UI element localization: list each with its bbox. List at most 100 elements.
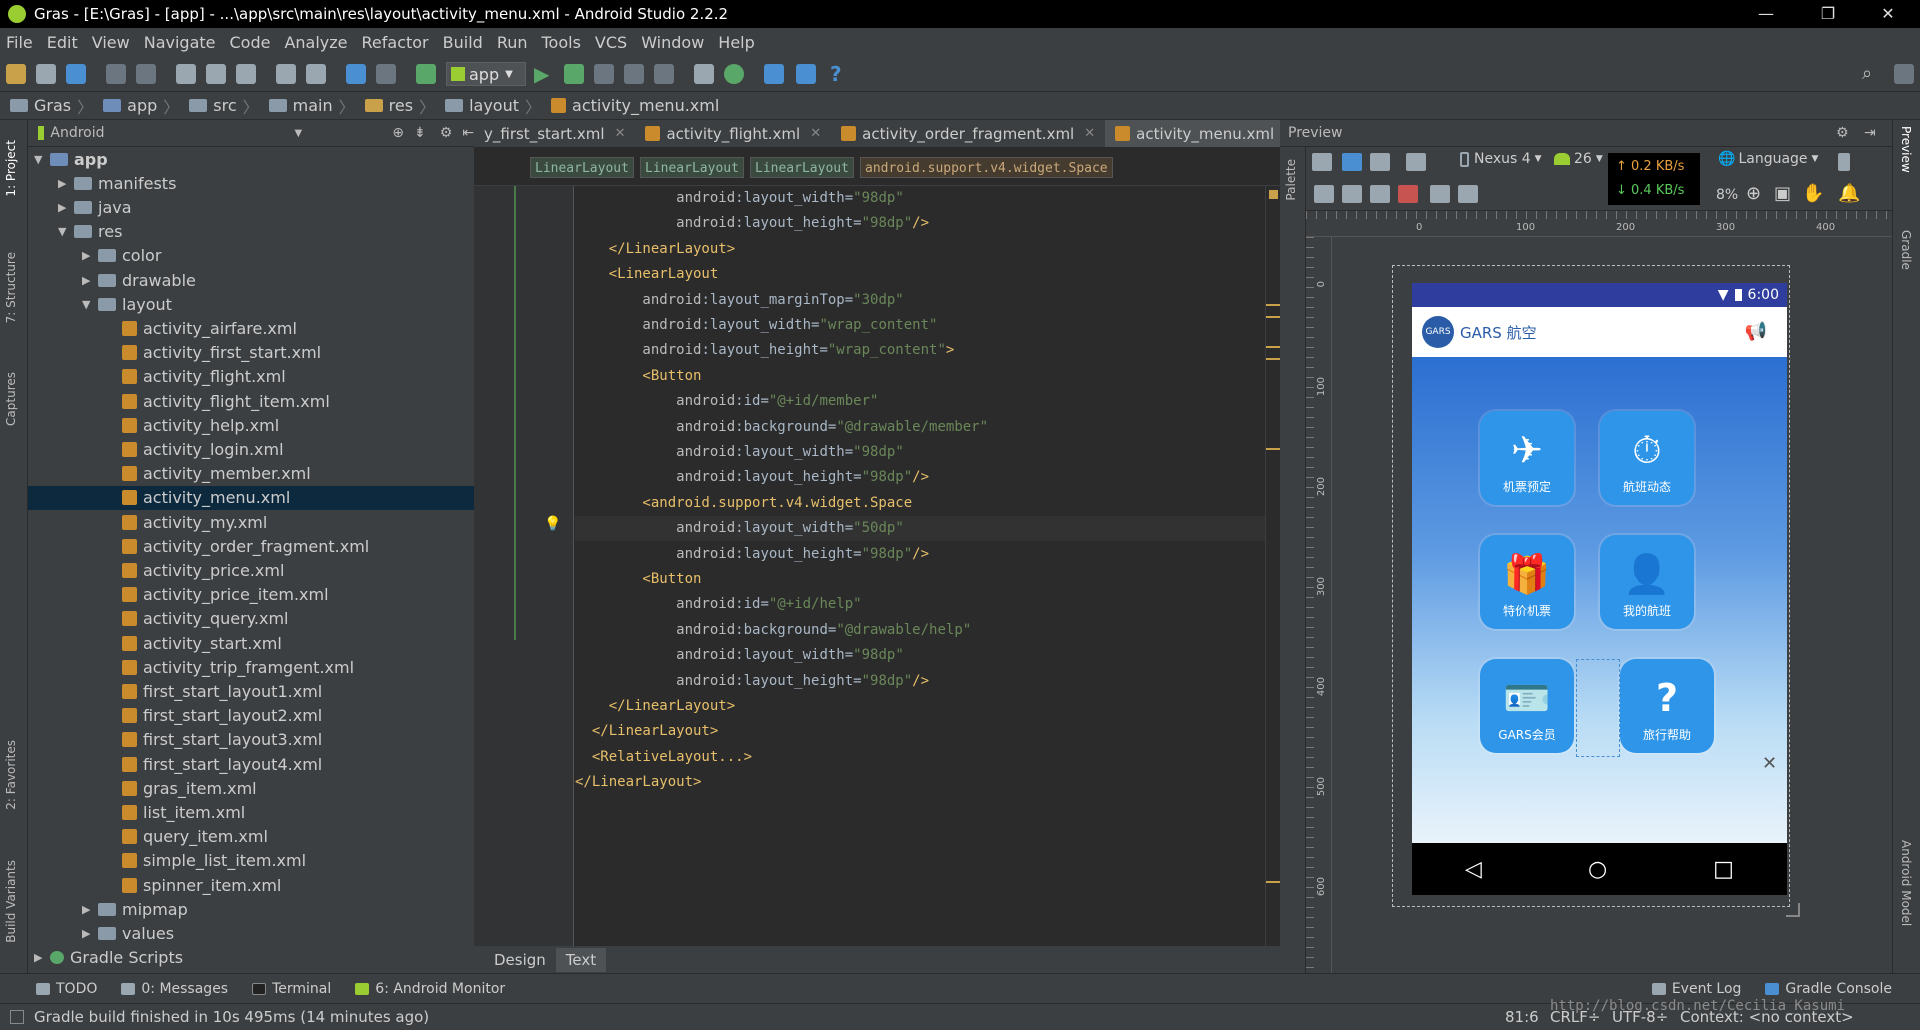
close-window-icon[interactable]: ✕ — [1868, 0, 1908, 28]
code-line[interactable]: </LinearLayout> — [575, 719, 1265, 744]
todo-tab[interactable]: TODO — [36, 981, 97, 997]
save-icon[interactable] — [36, 64, 56, 84]
tree-node[interactable]: ▶ manifests — [28, 171, 474, 195]
code-line[interactable]: android:layout_height="98dp"/> — [575, 542, 1265, 567]
code-line[interactable]: <android.support.v4.widget.Space — [575, 491, 1265, 516]
tag-path-item[interactable]: LinearLayout — [750, 157, 854, 178]
code-line[interactable]: android:layout_width="50dp" — [575, 516, 1265, 542]
code-line[interactable]: android:layout_height="wrap_content"> — [575, 338, 1265, 363]
tile-travel-help[interactable]: ? 旅行帮助 — [1620, 659, 1714, 753]
back-key-icon[interactable]: ◁ — [1465, 857, 1482, 882]
tree-node[interactable]: activity_flight_item.xml — [28, 389, 474, 413]
menu-edit[interactable]: Edit — [47, 33, 78, 52]
editor-tab[interactable]: y_first_start.xml ✕ — [474, 120, 635, 147]
menu-run[interactable]: Run — [497, 33, 528, 52]
hide-panel-icon[interactable]: ⇤ — [462, 125, 474, 141]
device-selector[interactable]: Nexus 4 ▼ — [1460, 151, 1542, 167]
gradle-sync-icon[interactable] — [724, 64, 744, 84]
gradle-tool-tab[interactable]: Gradle — [1899, 230, 1913, 270]
tree-node[interactable]: activity_flight.xml — [28, 365, 474, 389]
tile-gars-member[interactable]: 🪪 GARS会员 — [1480, 659, 1574, 753]
both-mode-icon[interactable] — [1370, 153, 1390, 171]
tree-node[interactable]: activity_member.xml — [28, 462, 474, 486]
code-line[interactable]: </LinearLayout> — [575, 694, 1265, 719]
editor-tab[interactable]: activity_order_fragment.xml ✕ — [831, 120, 1105, 147]
tab-design[interactable]: Design — [484, 948, 556, 972]
tree-node[interactable]: ▶ values — [28, 921, 474, 945]
terminal-tab[interactable]: Terminal — [252, 981, 331, 997]
code-line[interactable]: <RelativeLayout...> — [575, 745, 1265, 770]
code-line[interactable]: android:layout_height="98dp"/> — [575, 669, 1265, 694]
tree-node[interactable]: ▶ drawable — [28, 268, 474, 292]
code-line[interactable]: android:layout_width="98dp" — [575, 440, 1265, 465]
code-line[interactable]: <LinearLayout — [575, 262, 1265, 287]
tree-node[interactable]: first_start_layout2.xml — [28, 704, 474, 728]
code-line[interactable]: android:id="@+id/member" — [575, 389, 1265, 414]
code-line[interactable]: android:layout_width="98dp" — [575, 186, 1265, 211]
tag-path-item[interactable]: LinearLayout — [640, 157, 744, 178]
space-selection-outline[interactable] — [1576, 659, 1620, 757]
tree-node[interactable]: activity_help.xml — [28, 413, 474, 437]
menu-tools[interactable]: Tools — [542, 33, 581, 52]
help-icon[interactable]: ? — [830, 64, 850, 84]
tree-node[interactable]: activity_my.xml — [28, 510, 474, 534]
code-line[interactable]: </LinearLayout> — [575, 770, 1265, 795]
clear-icon[interactable] — [1398, 185, 1418, 203]
tree-node[interactable]: ▼ app — [28, 147, 474, 171]
find-icon[interactable] — [276, 64, 296, 84]
orientation-icon[interactable] — [1406, 153, 1426, 171]
breadcrumb-item[interactable]: app 〉 — [103, 94, 179, 118]
tree-node[interactable]: ▶ Gradle Scripts — [28, 946, 474, 970]
cut-icon[interactable] — [176, 64, 196, 84]
chevron-right-icon[interactable]: ▶ — [34, 951, 50, 964]
tree-node[interactable]: activity_login.xml — [28, 437, 474, 461]
tree-node[interactable]: activity_menu.xml — [28, 485, 474, 510]
notification-icon[interactable]: 🔔 — [1838, 183, 1860, 204]
tree-node[interactable]: activity_first_start.xml — [28, 341, 474, 365]
tag-path-item[interactable]: android.support.v4.widget.Space — [860, 157, 1113, 178]
back-icon[interactable] — [346, 64, 366, 84]
toggle-tool-windows-icon[interactable] — [10, 1010, 24, 1024]
menu-refactor[interactable]: Refactor — [362, 33, 429, 52]
language-selector[interactable]: 🌐 Language ▼ — [1718, 151, 1818, 167]
code-line[interactable]: </LinearLayout> — [575, 237, 1265, 262]
tile-flight-status[interactable]: ⏱ 航班动态 — [1600, 411, 1694, 505]
blueprint-mode-icon[interactable] — [1342, 153, 1362, 171]
debug-icon[interactable] — [564, 64, 584, 84]
menu-vcs[interactable]: VCS — [595, 33, 627, 52]
menu-help[interactable]: Help — [718, 33, 754, 52]
menu-navigate[interactable]: Navigate — [144, 33, 216, 52]
tree-node[interactable]: gras_item.xml — [28, 776, 474, 800]
tree-node[interactable]: first_start_layout4.xml — [28, 752, 474, 776]
tree-node[interactable]: spinner_item.xml — [28, 873, 474, 897]
zoom-in-icon[interactable]: ⊕ — [1746, 183, 1761, 204]
tree-node[interactable]: ▶ color — [28, 244, 474, 268]
chevron-right-icon[interactable]: ▶ — [82, 249, 98, 262]
tree-node[interactable]: query_item.xml — [28, 825, 474, 849]
menu-view[interactable]: View — [92, 33, 130, 52]
warning-marker[interactable] — [1266, 881, 1281, 883]
android-monitor-tab[interactable]: 6: Android Monitor — [355, 981, 505, 997]
breadcrumb-item[interactable]: src 〉 — [189, 94, 259, 118]
tree-node[interactable]: ▼ layout — [28, 292, 474, 316]
breadcrumb-item[interactable]: layout 〉 — [445, 94, 541, 118]
tree-node[interactable]: activity_order_fragment.xml — [28, 534, 474, 558]
code-line[interactable]: android:id="@+id/help" — [575, 592, 1265, 617]
chevron-right-icon[interactable]: ▶ — [82, 274, 98, 287]
attach-debugger-icon[interactable] — [624, 64, 644, 84]
tree-node[interactable]: simple_list_item.xml — [28, 849, 474, 873]
open-folder-icon[interactable] — [6, 64, 26, 84]
tree-node[interactable]: first_start_layout1.xml — [28, 679, 474, 703]
tree-node[interactable]: activity_query.xml — [28, 607, 474, 631]
tab-text[interactable]: Text — [555, 947, 607, 972]
gradle-console-tab[interactable]: Gradle Console — [1765, 981, 1892, 997]
tree-node[interactable]: ▼ res — [28, 220, 474, 244]
copy-icon[interactable] — [206, 64, 226, 84]
make-project-icon[interactable] — [416, 64, 436, 84]
tree-node[interactable]: first_start_layout3.xml — [28, 728, 474, 752]
maximize-icon[interactable]: ❐ — [1808, 0, 1848, 28]
chevron-down-icon[interactable]: ▼ — [34, 153, 50, 166]
replace-icon[interactable] — [306, 64, 326, 84]
favorites-tool-tab[interactable]: 2: Favorites — [4, 740, 18, 810]
code-line[interactable]: <Button — [575, 567, 1265, 592]
